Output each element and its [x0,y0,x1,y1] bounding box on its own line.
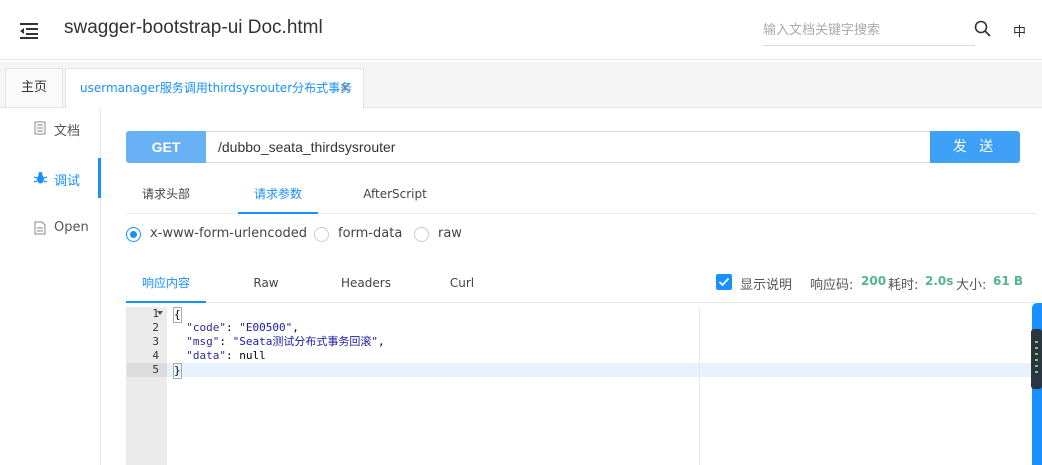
sidebar-item-open[interactable]: Open [0,208,101,248]
grip-line [1035,353,1038,355]
grip-line [1035,347,1038,349]
json-key: "code" [186,321,226,334]
json-key: "msg" [186,335,220,348]
search-icon[interactable] [974,20,992,38]
status-code-label: 响应码: [810,278,854,293]
json-value: "Seata测试分布式事务回滚" [232,335,378,348]
menu-fold-icon[interactable] [20,22,40,40]
json-value: null [239,349,266,362]
radio-raw[interactable]: raw [414,225,474,245]
tab-after-script[interactable]: AfterScript [350,175,440,214]
sidebar-item-label: 文档 [54,124,81,139]
grip-line [1035,365,1038,367]
radio-dot [414,227,429,242]
radio-label: form-data [338,226,403,241]
print-margin [699,307,700,465]
radio-label: x-www-form-urlencoded [150,226,308,241]
search-input[interactable] [763,16,975,46]
show-description-checkbox[interactable] [716,274,732,290]
tab-home[interactable]: 主页 [5,68,63,108]
app-header: swagger-bootstrap-ui Doc.html 中 [0,0,1042,60]
tab-response-raw[interactable]: Raw [226,264,306,303]
response-size-value: 61 B [993,274,1024,288]
sidebar-item-label: Open [54,220,89,235]
page-tabs-bar: 主页 usermanager服务调用thirdsysrouter分布式事务 × [0,62,1042,109]
code-line: "msg": "Seata测试分布式事务回滚", [186,335,385,348]
response-size-label: 大小: [956,278,987,293]
code-line: "data": null [186,349,266,362]
elapsed-time-value: 2.0s [925,274,954,288]
line-number: 5 [152,363,159,376]
tab-api-doc-label: usermanager服务调用thirdsysrouter分布式事务 [80,81,353,95]
json-value: "E00500" [239,321,293,334]
sidebar-item-debug[interactable]: 调试 [0,158,101,198]
code-line: "code": "E00500", [186,321,299,334]
tab-api-doc[interactable]: usermanager服务调用thirdsysrouter分布式事务 × [65,68,364,109]
file-icon [34,221,46,235]
radio-dot [314,227,329,242]
code-line: { [173,307,182,323]
status-code-value: 200 [861,274,887,288]
scrollbar-thumb[interactable] [1031,329,1042,389]
language-switch[interactable]: 中 [1013,21,1026,40]
doc-sidebar: 文档 调试 Open [0,108,101,465]
app-title: swagger-bootstrap-ui Doc.html [64,17,323,38]
code-line: } [173,363,182,379]
response-tabs: 响应内容 Raw Headers Curl 显示说明 响应码: 200 耗时: … [126,264,1036,303]
request-tabs: 请求头部 请求参数 AfterScript [126,175,1036,214]
tab-request-params[interactable]: 请求参数 [238,175,318,214]
tab-response-curl[interactable]: Curl [422,264,502,303]
editor-gutter: 1 2 3 4 5 [127,307,167,465]
radio-x-www-form-urlencoded[interactable]: x-www-form-urlencoded [126,225,308,245]
line-number: 2 [152,321,159,334]
line-number: 4 [152,349,159,362]
tab-response-headers[interactable]: Headers [326,264,406,303]
bug-icon [33,171,48,185]
tab-response-content[interactable]: 响应内容 [126,264,206,303]
grip-line [1035,359,1038,361]
grip-line [1035,371,1038,373]
radio-label: raw [438,226,462,241]
radio-form-data[interactable]: form-data [314,225,404,245]
active-line-highlight [167,363,1037,377]
line-number: 1 [152,307,159,320]
json-key: "data" [186,349,226,362]
elapsed-time-label: 耗时: [888,278,919,293]
close-icon[interactable]: × [339,69,351,107]
sidebar-item-doc[interactable]: 文档 [0,108,101,148]
url-input[interactable] [206,131,931,163]
show-description-label: 显示说明 [740,278,793,293]
response-code-editor[interactable]: 1 2 3 4 5 { "code": "E00500", "msg": "Se… [126,307,1037,465]
line-number: 3 [152,335,159,348]
fold-arrow-icon[interactable] [157,311,163,315]
tab-request-headers[interactable]: 请求头部 [126,175,206,214]
document-icon [34,121,46,135]
bracket-match: } [173,363,182,379]
method-select[interactable]: GET [126,131,206,163]
send-button[interactable]: 发 送 [930,131,1020,163]
radio-dot [126,227,141,242]
sidebar-item-label: 调试 [54,174,81,189]
grip-line [1035,341,1038,343]
